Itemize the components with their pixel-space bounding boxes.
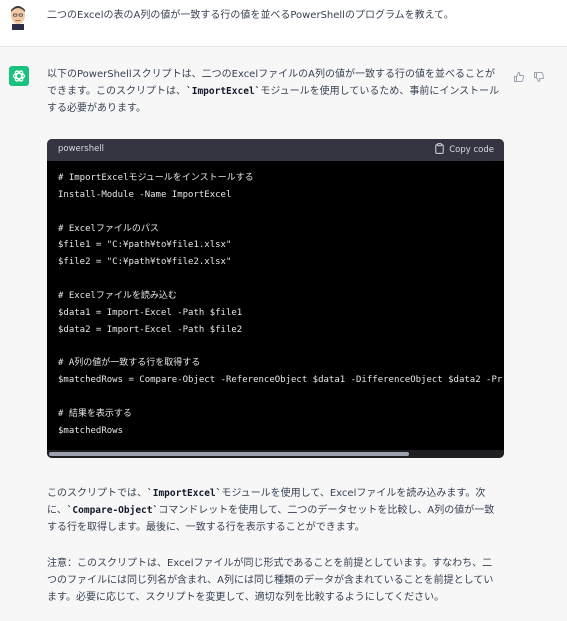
code-content: # ImportExcelモジュールをインストールする Install-Modul… xyxy=(58,170,504,440)
code-line: $data1 = Import-Excel -Path $file1 xyxy=(58,307,243,318)
clipboard-icon xyxy=(435,143,444,157)
code-language-label: powershell xyxy=(58,144,105,154)
code-line: # Excelファイルのパス xyxy=(58,223,159,234)
explanation-text-1: このスクリプトでは、 xyxy=(47,488,147,499)
chatgpt-logo-icon xyxy=(9,66,29,86)
code-line: # A列の値が一致する行を取得する xyxy=(58,358,201,369)
user-message: 二つのExcelの表のA列の値が一致する行の値を並べるPowerShellのプロ… xyxy=(0,0,567,47)
copy-code-button[interactable]: Copy code xyxy=(435,143,494,157)
code-header: powershell Copy code xyxy=(47,139,504,161)
assistant-message: 以下のPowerShellスクリプトは、二つのExcelファイルのA列の値が一致… xyxy=(0,47,567,621)
user-message-text: 二つのExcelの表のA列の値が一致する行の値を並べるPowerShellのプロ… xyxy=(47,10,454,21)
code-line: $matchedRows xyxy=(58,425,124,436)
inline-code-importexcel: `ImportExcel` xyxy=(186,86,261,97)
thumbs-down-icon[interactable] xyxy=(533,68,545,83)
code-line: # ImportExcelモジュールをインストールする xyxy=(58,173,254,183)
horizontal-scrollbar[interactable] xyxy=(47,450,504,458)
code-line: Install-Module -Name ImportExcel xyxy=(58,189,232,200)
inline-code-importexcel-2: `ImportExcel` xyxy=(147,488,222,499)
code-line: $data2 = Import-Excel -Path $file2 xyxy=(58,324,243,335)
intro-paragraph: 以下のPowerShellスクリプトは、二つのExcelファイルのA列の値が一致… xyxy=(47,66,502,117)
explanation-paragraph: このスクリプトでは、`ImportExcel`モジュールを使用して、Excelフ… xyxy=(47,485,502,536)
scrollbar-thumb[interactable] xyxy=(49,452,409,456)
code-line: $file1 = "C:¥path¥to¥file1.xlsx" xyxy=(58,240,232,251)
code-block: powershell Copy code # ImportExcelモジュールを… xyxy=(47,139,504,458)
copy-code-label: Copy code xyxy=(449,145,494,155)
code-line: $matchedRows = Compare-Object -Reference… xyxy=(58,375,503,386)
code-line: # 結果を表示する xyxy=(58,408,132,419)
user-face-avatar xyxy=(8,4,28,30)
code-line: # Excelファイルを読み込む xyxy=(58,290,177,301)
inline-code-compare-object: `Compare-Object` xyxy=(66,505,159,516)
code-line: $file2 = "C:¥path¥to¥file2.xlsx" xyxy=(58,257,232,268)
thumbs-up-icon[interactable] xyxy=(513,68,525,82)
note-paragraph: 注意：このスクリプトは、Excelファイルが同じ形式であることを前提としています… xyxy=(47,558,494,603)
